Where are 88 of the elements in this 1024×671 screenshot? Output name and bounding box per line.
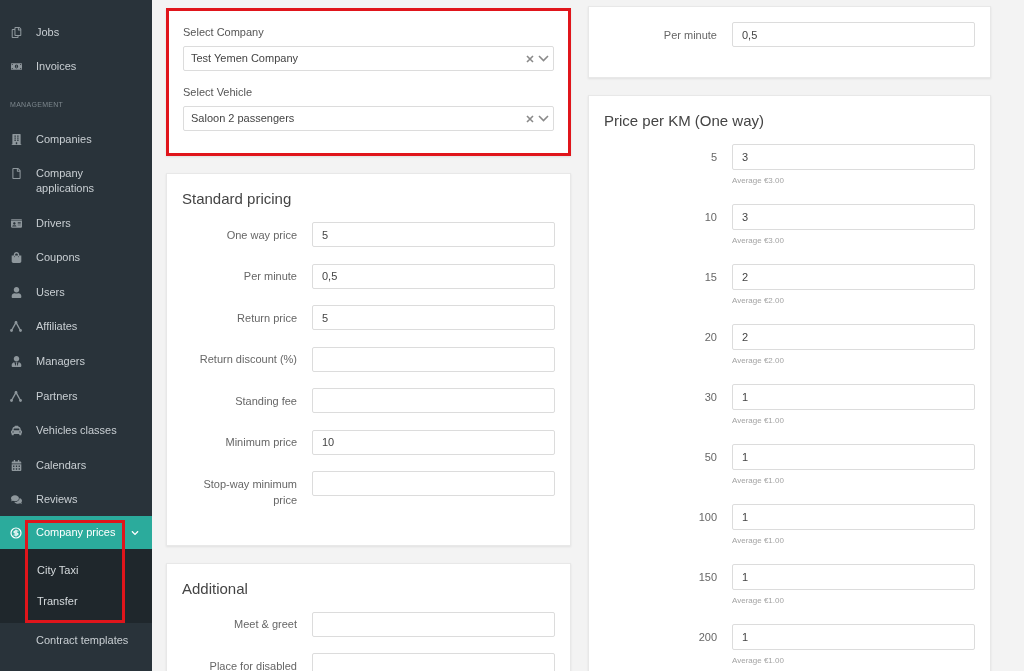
sidebar-link[interactable]: Contract templates <box>0 623 152 658</box>
field-label: Meet & greet <box>233 617 297 632</box>
distance-label: 50 <box>704 450 717 465</box>
sidebar-link[interactable]: Jobs <box>0 15 152 50</box>
text-input[interactable]: 0,5 <box>312 263 555 289</box>
field-label: Standing fee <box>234 393 297 409</box>
user-tie-icon <box>10 355 22 367</box>
text-input[interactable] <box>312 346 555 372</box>
text-input[interactable]: 1 <box>732 564 975 590</box>
sidebar-link[interactable]: Managers <box>0 344 152 379</box>
banknote-icon <box>10 61 22 73</box>
text-input[interactable]: 2 <box>732 324 975 350</box>
distance-label: 100 <box>698 510 717 525</box>
sidebar-link[interactable]: Company applications <box>0 156 152 206</box>
text-input[interactable]: 3 <box>732 144 975 170</box>
text-input[interactable]: 10 <box>312 429 555 455</box>
distance-label: 5 <box>710 150 717 165</box>
submenu-link[interactable]: Transfer <box>37 594 78 610</box>
nodes-icon <box>10 390 22 402</box>
section-title: Standard pricing <box>182 189 293 209</box>
hint-text: Average €1.00 <box>732 475 784 487</box>
field-label: Select Vehicle <box>183 85 254 100</box>
text-input[interactable]: 5 <box>312 222 555 247</box>
file-icon <box>10 167 22 179</box>
bag-icon <box>10 252 22 264</box>
sidebar-link[interactable]: Coupons <box>0 240 152 275</box>
user-icon <box>10 286 22 298</box>
hint-text: Average €3.00 <box>732 235 784 247</box>
select-dropdown[interactable]: Test Yemen Company <box>183 46 554 71</box>
submenu-link[interactable]: City Taxi <box>37 563 79 579</box>
hint-text: Average €2.00 <box>732 355 784 367</box>
hint-text: Average €1.00 <box>732 415 784 427</box>
distance-label: 15 <box>704 270 717 285</box>
sidebar-link[interactable]: Users <box>0 274 152 310</box>
field-label: Minimum price <box>224 435 297 450</box>
text-input[interactable]: 1 <box>732 504 975 530</box>
clear-icon[interactable] <box>526 114 534 123</box>
text-input[interactable] <box>312 653 555 671</box>
sidebar-link[interactable]: Companies <box>0 122 152 157</box>
field-label: Place for disabled <box>208 658 297 671</box>
field-label: Select Company <box>183 25 265 40</box>
building-icon <box>10 134 22 145</box>
text-input[interactable]: 1 <box>732 384 975 410</box>
distance-label: 10 <box>704 210 717 225</box>
dollar-circle-icon <box>9 526 22 539</box>
sidebar-link[interactable]: Partners <box>0 378 152 414</box>
text-input[interactable]: 1 <box>732 624 975 650</box>
text-input[interactable] <box>312 388 555 413</box>
text-input[interactable] <box>312 471 555 496</box>
chevron-down-icon[interactable] <box>538 115 549 122</box>
hint-text: Average €1.00 <box>732 655 784 667</box>
nodes-icon <box>10 321 22 333</box>
hint-text: Average €1.00 <box>732 595 784 607</box>
text-input[interactable]: 5 <box>312 305 555 330</box>
hint-text: Average €2.00 <box>732 295 784 307</box>
sidebar-link[interactable]: Drivers <box>0 205 152 241</box>
distance-label: 200 <box>698 630 717 645</box>
text-input[interactable]: 1 <box>732 444 975 470</box>
section-title: Price per KM (One way) <box>604 111 766 131</box>
hint-text: Average €1.00 <box>732 535 784 547</box>
field-label: Per minute <box>242 269 297 284</box>
distance-label: 20 <box>704 330 717 345</box>
chat-bubbles-icon <box>10 494 22 506</box>
field-label: Stop-way minimum price <box>202 476 297 508</box>
sidebar-link[interactable]: Calendars <box>0 447 152 483</box>
distance-label: 150 <box>698 570 717 585</box>
field-label: One way price <box>225 227 297 243</box>
text-input[interactable]: 3 <box>732 204 975 230</box>
field-label: Return discount (%) <box>198 352 297 367</box>
hint-text: Average €3.00 <box>732 175 784 187</box>
distance-label: 30 <box>704 390 717 405</box>
field-label: Return price <box>236 310 297 326</box>
copy-icon <box>10 26 22 38</box>
sidebar-link[interactable]: Affiliates <box>0 309 152 345</box>
text-input[interactable]: 0,5 <box>732 22 975 47</box>
sidebar-link[interactable]: Reviews <box>0 482 152 518</box>
text-input[interactable] <box>312 611 555 637</box>
sidebar-link[interactable]: Invoices <box>0 49 152 85</box>
sidebar-link[interactable]: Vehicles classes <box>0 413 152 448</box>
section-title: Additional <box>182 578 249 599</box>
calendar-icon <box>10 459 22 471</box>
clear-icon[interactable] <box>526 54 534 63</box>
id-card-icon <box>10 217 22 229</box>
select-dropdown[interactable]: Saloon 2 passengers <box>183 106 554 131</box>
taxi-icon <box>10 425 22 437</box>
chevron-down-icon[interactable] <box>538 55 549 62</box>
field-label: Per minute <box>663 27 717 43</box>
text-input[interactable]: 2 <box>732 264 975 290</box>
